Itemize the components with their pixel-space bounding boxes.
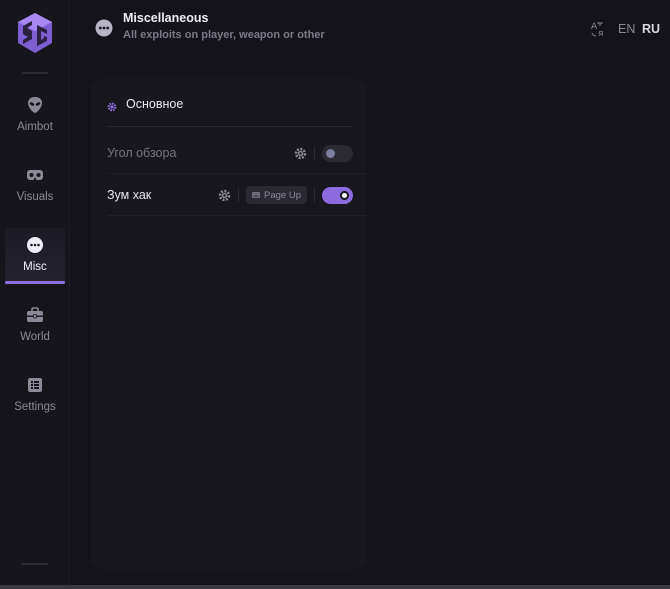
sidebar-item-label: Aimbot [17, 121, 53, 133]
page-title: Miscellaneous [123, 11, 209, 25]
dots-circle-icon [26, 236, 44, 254]
toggle-knob [326, 148, 335, 158]
setting-row-zoom-hack: Зум хак Page Up [107, 174, 353, 216]
sidebar-item-label: Settings [14, 401, 56, 413]
logo-icon [18, 13, 52, 53]
fov-toggle[interactable] [322, 144, 353, 162]
divider [238, 188, 240, 202]
window-bottom-edge [0, 585, 670, 589]
panel-header: Основное [107, 95, 183, 113]
panel-title: Основное [126, 97, 184, 111]
svg-text:A: A [591, 22, 598, 32]
sidebar-item-visuals[interactable]: Visuals [5, 158, 65, 214]
translate-icon: Aя [591, 20, 609, 38]
toolbox-icon [26, 306, 44, 324]
page-subtitle: All exploits on player, weapon or other [123, 29, 325, 41]
keyboard-icon [252, 192, 261, 198]
sidebar-divider [22, 563, 48, 565]
alien-icon [26, 96, 44, 114]
sidebar-item-misc[interactable]: Misc [5, 228, 65, 284]
sidebar-item-world[interactable]: World [5, 298, 65, 354]
settings-panel: Основное Угол обзора Зум хак Page Up [91, 79, 367, 569]
sidebar-item-label: Visuals [16, 191, 54, 203]
sidebar-item-settings[interactable]: Settings [5, 368, 65, 424]
divider [107, 126, 351, 127]
language-en-button[interactable]: EN [618, 20, 635, 38]
language-ru-button[interactable]: RU [642, 20, 660, 38]
list-icon [26, 376, 44, 394]
setting-label: Угол обзора [107, 146, 177, 160]
toggle-knob [340, 190, 349, 200]
keybind-button[interactable]: Page Up [246, 186, 307, 204]
zoom-hack-toggle[interactable] [322, 186, 353, 204]
sidebar: Aimbot Visuals Misc World Settings [0, 0, 70, 585]
setting-label: Зум хак [107, 188, 152, 202]
divider [107, 215, 367, 216]
sidebar-item-label: Misc [23, 261, 47, 273]
sidebar-item-aimbot[interactable]: Aimbot [5, 88, 65, 144]
gear-icon [107, 99, 117, 112]
svg-text:я: я [598, 29, 603, 38]
sidebar-item-label: World [20, 331, 50, 343]
divider [314, 146, 315, 160]
keybind-label: Page Up [264, 189, 301, 201]
settings-gear-icon[interactable] [294, 147, 307, 160]
vr-goggles-icon [26, 166, 44, 184]
settings-gear-icon[interactable] [218, 189, 231, 202]
sidebar-divider [22, 72, 48, 74]
dots-circle-icon [95, 19, 113, 37]
setting-row-fov: Угол обзора [107, 132, 353, 174]
divider [314, 188, 315, 202]
